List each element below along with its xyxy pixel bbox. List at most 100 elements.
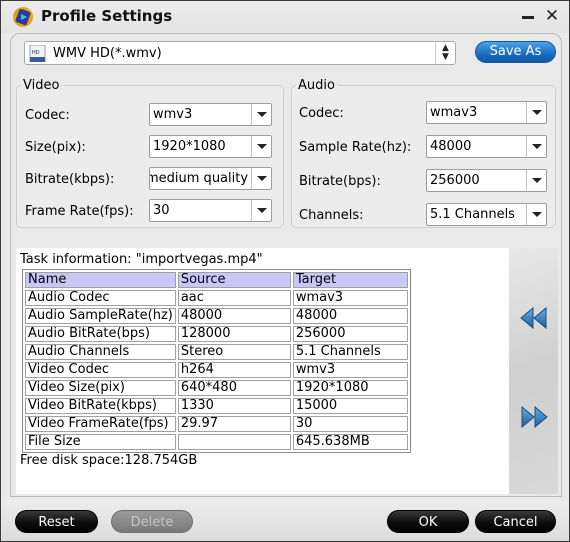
audio-bitrate-label: Bitrate(bps): — [299, 174, 381, 189]
free-disk-space: Free disk space:128.754GB — [20, 453, 198, 468]
row-source: aac — [177, 290, 291, 306]
audio-legend: Audio — [298, 78, 335, 93]
close-icon[interactable]: ✕ — [542, 6, 562, 26]
video-size-label: Size(pix): — [25, 140, 86, 155]
profile-settings-window: Profile Settings ✕ HD WMV HD(*.wmv) ▲ ▼ … — [0, 0, 570, 542]
row-target: 5.1 Channels — [292, 344, 408, 360]
row-source — [177, 434, 291, 450]
table-row: Video Codec h264 wmv3 — [25, 362, 408, 378]
table-row: Audio SampleRate(hz) 48000 48000 — [25, 308, 408, 324]
video-framerate-select[interactable]: 30 — [149, 199, 272, 222]
row-name: Audio SampleRate(hz) — [25, 308, 176, 324]
spinner-arrows-icon[interactable]: ▲ ▼ — [435, 42, 455, 64]
cancel-button[interactable]: Cancel — [475, 510, 556, 533]
window-title: Profile Settings — [41, 7, 173, 25]
task-info-table: Name Source Target Audio Codec aac wmav3… — [22, 269, 411, 453]
table-row: Audio Codec aac wmav3 — [25, 290, 408, 306]
audio-channels-label: Channels: — [299, 208, 364, 223]
row-target: 15000 — [292, 398, 408, 414]
table-row: Video Size(pix) 640*480 1920*1080 — [25, 380, 408, 396]
app-logo-icon — [13, 7, 33, 27]
chevron-down-icon[interactable] — [526, 204, 546, 225]
minimize-icon[interactable] — [518, 6, 538, 26]
row-source: 640*480 — [177, 380, 291, 396]
wmv-file-icon: HD — [29, 45, 46, 62]
task-info-area: Task information: "importvegas.mp4" Name… — [16, 248, 558, 494]
video-codec-value: wmv3 — [153, 107, 193, 122]
video-bitrate-label: Bitrate(kbps): — [25, 172, 115, 187]
audio-samplerate-label: Sample Rate(hz): — [299, 140, 412, 155]
save-as-button[interactable]: Save As — [475, 41, 556, 63]
video-codec-label: Codec: — [25, 108, 70, 123]
row-target: wmv3 — [292, 362, 408, 378]
reset-button[interactable]: Reset — [15, 510, 98, 533]
video-framerate-label: Frame Rate(fps): — [25, 204, 134, 219]
row-name: File Size — [25, 434, 176, 450]
row-target: 1920*1080 — [292, 380, 408, 396]
video-framerate-value: 30 — [153, 203, 170, 218]
row-name: Video BitRate(kbps) — [25, 398, 176, 414]
chevron-down-icon[interactable] — [251, 168, 271, 189]
audio-samplerate-select[interactable]: 48000 — [426, 135, 547, 158]
chevron-down-icon[interactable] — [251, 200, 271, 221]
row-source: 29.97 — [177, 416, 291, 432]
video-legend: Video — [23, 78, 60, 93]
audio-samplerate-value: 48000 — [430, 139, 472, 154]
video-codec-select[interactable]: wmv3 — [149, 103, 272, 126]
audio-channels-select[interactable]: 5.1 Channels — [426, 203, 547, 226]
bottom-button-bar: Reset Delete OK Cancel — [1, 501, 569, 541]
row-source: h264 — [177, 362, 291, 378]
navigation-side-panel — [509, 248, 558, 494]
audio-channels-value: 5.1 Channels — [430, 207, 515, 222]
row-target: wmav3 — [292, 290, 408, 306]
row-source: 1330 — [177, 398, 291, 414]
row-source: Stereo — [177, 344, 291, 360]
fast-forward-icon[interactable] — [520, 406, 548, 428]
row-source: 48000 — [177, 308, 291, 324]
row-target: 256000 — [292, 326, 408, 342]
table-row: File Size 645.638MB — [25, 434, 408, 450]
audio-codec-label: Codec: — [299, 106, 344, 121]
audio-codec-value: wmav3 — [430, 105, 478, 120]
task-info-box: Task information: "importvegas.mp4" Name… — [16, 248, 509, 494]
row-source: 128000 — [177, 326, 291, 342]
delete-button: Delete — [111, 510, 193, 533]
row-target: 48000 — [292, 308, 408, 324]
video-bitrate-select[interactable]: medium quality — [149, 167, 272, 190]
profile-format-value: WMV HD(*.wmv) — [53, 46, 162, 61]
ok-button[interactable]: OK — [387, 510, 469, 533]
table-row: Video FrameRate(fps) 29.97 30 — [25, 416, 408, 432]
row-name: Video FrameRate(fps) — [25, 416, 176, 432]
chevron-down-icon[interactable] — [526, 136, 546, 157]
row-name: Audio Codec — [25, 290, 176, 306]
column-header-source: Source — [177, 272, 291, 288]
table-header-row: Name Source Target — [25, 272, 408, 288]
chevron-down-icon[interactable] — [251, 104, 271, 125]
row-name: Video Size(pix) — [25, 380, 176, 396]
chevron-down-icon[interactable] — [526, 170, 546, 191]
table-row: Audio BitRate(bps) 128000 256000 — [25, 326, 408, 342]
table-row: Audio Channels Stereo 5.1 Channels — [25, 344, 408, 360]
row-target: 30 — [292, 416, 408, 432]
audio-bitrate-value: 256000 — [430, 173, 480, 188]
row-target: 645.638MB — [292, 434, 408, 450]
chevron-down-icon[interactable] — [526, 102, 546, 123]
row-name: Audio BitRate(bps) — [25, 326, 176, 342]
settings-panel: HD WMV HD(*.wmv) ▲ ▼ Save As Video Codec… — [10, 33, 562, 497]
column-header-target: Target — [292, 272, 408, 288]
chevron-down-icon[interactable] — [251, 136, 271, 157]
audio-codec-select[interactable]: wmav3 — [426, 101, 547, 124]
profile-format-select[interactable]: HD WMV HD(*.wmv) ▲ ▼ — [24, 41, 456, 65]
audio-bitrate-select[interactable]: 256000 — [426, 169, 547, 192]
row-name: Audio Channels — [25, 344, 176, 360]
row-name: Video Codec — [25, 362, 176, 378]
video-size-value: 1920*1080 — [153, 139, 226, 154]
rewind-icon[interactable] — [520, 307, 548, 329]
svg-text:HD: HD — [32, 50, 40, 56]
video-size-select[interactable]: 1920*1080 — [149, 135, 272, 158]
video-bitrate-value: medium quality — [149, 171, 249, 186]
arrow-down-icon: ▼ — [442, 52, 449, 62]
column-header-name: Name — [25, 272, 176, 288]
table-row: Video BitRate(kbps) 1330 15000 — [25, 398, 408, 414]
title-bar: Profile Settings ✕ — [1, 1, 569, 33]
